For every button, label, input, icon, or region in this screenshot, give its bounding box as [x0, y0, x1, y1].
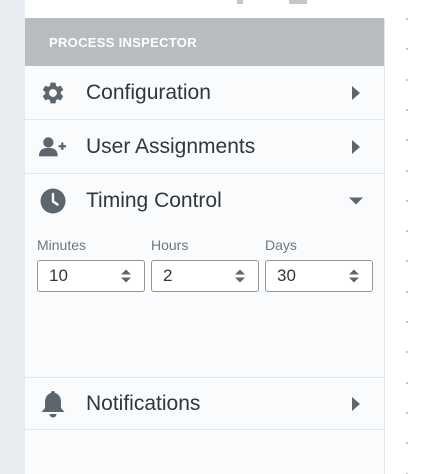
- hours-field: Hours 2: [151, 236, 259, 292]
- panel-title: PROCESS INSPECTOR: [49, 34, 197, 50]
- chevron-down-icon: [349, 194, 363, 208]
- section-label: Timing Control: [86, 189, 222, 212]
- clock-icon: [39, 187, 67, 215]
- minutes-value: 10: [49, 266, 68, 285]
- days-stepper[interactable]: 30: [265, 260, 373, 292]
- chevron-right-icon: [349, 139, 363, 154]
- chevron-right-icon: [349, 396, 363, 411]
- hours-stepper[interactable]: 2: [151, 260, 259, 292]
- section-label: User Assignments: [86, 134, 256, 158]
- grid-dot: [406, 200, 408, 202]
- left-gutter: [0, 0, 25, 474]
- grid-dot: [406, 18, 408, 20]
- grid-dot: [406, 109, 408, 111]
- stepper-arrows-icon[interactable]: [120, 268, 132, 284]
- minutes-stepper[interactable]: 10: [37, 260, 145, 292]
- grid-dot: [406, 442, 408, 444]
- stepper-arrows-icon[interactable]: [348, 268, 360, 284]
- minutes-label: Minutes: [37, 237, 87, 253]
- top-strip: [25, 0, 385, 18]
- grid-dot: [406, 260, 408, 262]
- panel-header: PROCESS INSPECTOR: [25, 18, 384, 66]
- grid-dot: [406, 139, 408, 141]
- grid-dot: [406, 230, 408, 232]
- canvas-dot-grid: [406, 0, 410, 474]
- grid-dot: [406, 412, 408, 414]
- hours-label: Hours: [151, 237, 189, 253]
- bell-icon: [39, 390, 67, 418]
- hours-value: 2: [163, 266, 173, 285]
- grid-dot: [406, 79, 408, 81]
- grid-dot: [406, 351, 408, 353]
- section-label: Configuration: [86, 80, 211, 104]
- section-label: Notifications: [86, 391, 201, 415]
- grid-dot: [406, 170, 408, 172]
- grid-dot: [406, 321, 408, 323]
- user-plus-icon: [39, 133, 67, 161]
- grid-dot: [406, 382, 408, 384]
- days-field: Days 30: [265, 236, 373, 292]
- timing-control-body: Minutes 10 Hours 2 Days 30: [25, 228, 384, 378]
- minutes-field: Minutes 10: [37, 236, 145, 292]
- gear-icon: [39, 79, 67, 107]
- section-configuration[interactable]: Configuration: [25, 66, 384, 120]
- section-timing-control[interactable]: Timing Control: [25, 174, 384, 228]
- process-inspector-panel: PROCESS INSPECTOR Configuration User Ass…: [25, 18, 385, 474]
- section-notifications[interactable]: Notifications: [25, 378, 384, 430]
- toolbar-fragment-icon: [289, 0, 307, 4]
- grid-dot: [406, 48, 408, 50]
- chevron-right-icon: [349, 85, 363, 100]
- days-label: Days: [265, 237, 297, 253]
- stepper-arrows-icon[interactable]: [234, 268, 246, 284]
- section-user-assignments[interactable]: User Assignments: [25, 120, 384, 174]
- days-value: 30: [277, 266, 296, 285]
- grid-dot: [406, 291, 408, 293]
- toolbar-fragment-icon: [237, 0, 243, 4]
